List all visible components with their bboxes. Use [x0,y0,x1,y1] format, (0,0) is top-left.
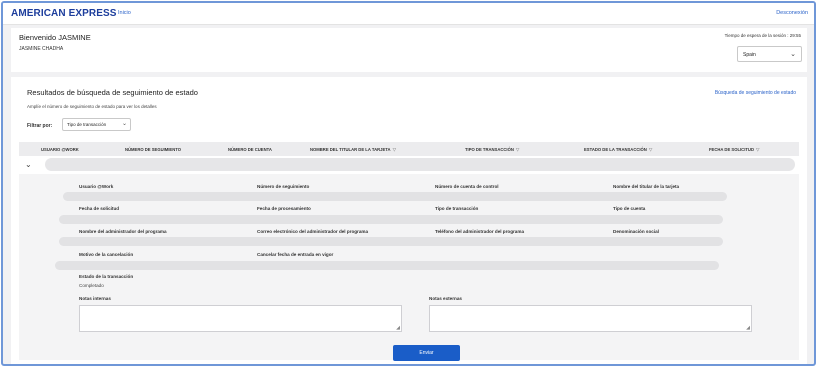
detail-value-placeholder [59,215,723,224]
column-header-label: Nombre del titular de la tarjeta [310,147,391,152]
detail-label: Tipo de cuenta [613,206,646,211]
detail-label: Nombre del administrador del programa [79,229,167,234]
session-timeout-text: Tiempo de espera de la sesión : 29:55 [724,33,801,38]
detail-label: Denominación social [613,229,659,234]
detail-label: Tipo de transacción [435,206,479,211]
external-notes-label: Notas externas [429,296,462,301]
results-table-header: Usuario @Work Número de seguimiento Núme… [19,142,799,156]
resize-handle-icon[interactable]: ◢ [396,325,400,331]
logout-link[interactable]: Desconexión [776,10,808,16]
detail-label: Número de seguimiento [257,184,310,189]
chevron-down-icon[interactable]: ⌄ [25,160,32,169]
column-header-request-date[interactable]: Fecha de solicitud ▽ [709,147,759,153]
language-select-value: Spain [743,52,756,58]
column-header-label: Usuario @Work [41,147,79,152]
internal-notes-label: Notas internas [79,296,111,301]
results-title: Resultados de búsqueda de seguimiento de… [27,88,198,97]
detail-value-placeholder [63,192,727,201]
detail-label: Correo electrónico del administrador del… [257,229,369,234]
chevron-down-icon: ⌄ [790,51,796,58]
chevron-down-icon: ⌄ [121,121,127,127]
sort-down-icon[interactable]: ▽ [756,147,759,152]
column-header-label: Número de seguimiento [125,147,181,152]
external-notes-textarea[interactable]: ◢ [429,305,752,332]
results-panel: Resultados de búsqueda de seguimiento de… [11,77,807,364]
column-header-cardholder-name[interactable]: Nombre del titular de la tarjeta ▽ [310,147,396,153]
column-header-label: Fecha de solicitud [709,147,754,152]
table-row[interactable]: ⌄ [19,157,799,173]
filter-select-value: Tipo de transacción [67,122,107,127]
sort-down-icon[interactable]: ▽ [649,147,652,152]
column-header-label: Tipo de transacción [465,147,514,152]
row-placeholder [45,158,795,171]
detail-value-placeholder [55,261,719,270]
top-bar: AMERICAN EXPRESS Inicio Desconexión [3,3,814,25]
detail-value-placeholder [59,237,723,246]
column-header-label: Número de cuenta [228,147,272,152]
detail-label: Fecha de procesamiento [257,206,311,211]
column-header-label: Estado de la transacción [584,147,647,152]
detail-label: Motivo de la cancelación [79,252,134,257]
filter-select[interactable]: Tipo de transacción ⌄ [62,118,131,131]
column-header-account-number[interactable]: Número de cuenta [228,147,272,152]
app-frame: AMERICAN EXPRESS Inicio Desconexión Bien… [1,1,816,366]
status-search-link[interactable]: Búsqueda de seguimiento de estado [715,90,796,96]
amex-logo: AMERICAN EXPRESS [11,8,117,19]
column-header-transaction-status[interactable]: Estado de la transacción ▽ [584,147,652,153]
language-select[interactable]: Spain ⌄ [737,46,802,62]
home-link[interactable]: Inicio [118,10,131,16]
row-details: Usuario @Work Número de seguimiento Núme… [19,174,799,361]
results-subtitle: Amplíe el número de seguimiento de estad… [27,104,157,109]
column-header-tracking-number[interactable]: Número de seguimiento [125,147,181,152]
detail-label: Nombre del titular de la tarjeta [613,184,680,189]
filter-label: Filtrar por: [27,123,53,129]
column-header-user[interactable]: Usuario @Work [41,147,79,152]
transaction-status-label: Estado de la transacción [79,274,134,279]
sort-down-icon[interactable]: ▽ [393,147,396,152]
internal-notes-textarea[interactable]: ◢ [79,305,402,332]
detail-label: Número de cuenta de control [435,184,499,189]
resize-handle-icon[interactable]: ◢ [746,325,750,331]
detail-label: Fecha de solicitud [79,206,120,211]
transaction-status-value: Completado [79,283,104,288]
user-name: JASMINE CHADHA [19,46,64,52]
detail-label: Usuario @Work [79,184,114,189]
detail-label: Teléfono del administrador del programa [435,229,524,234]
welcome-title: Bienvenido JASMINE [19,33,91,42]
welcome-panel: Bienvenido JASMINE JASMINE CHADHA Tiempo… [11,28,807,72]
sort-down-icon[interactable]: ▽ [516,147,519,152]
submit-button[interactable]: Enviar [393,345,460,361]
detail-label: Cancelar fecha de entrada en vigor [257,252,334,257]
column-header-transaction-type[interactable]: Tipo de transacción ▽ [465,147,519,153]
